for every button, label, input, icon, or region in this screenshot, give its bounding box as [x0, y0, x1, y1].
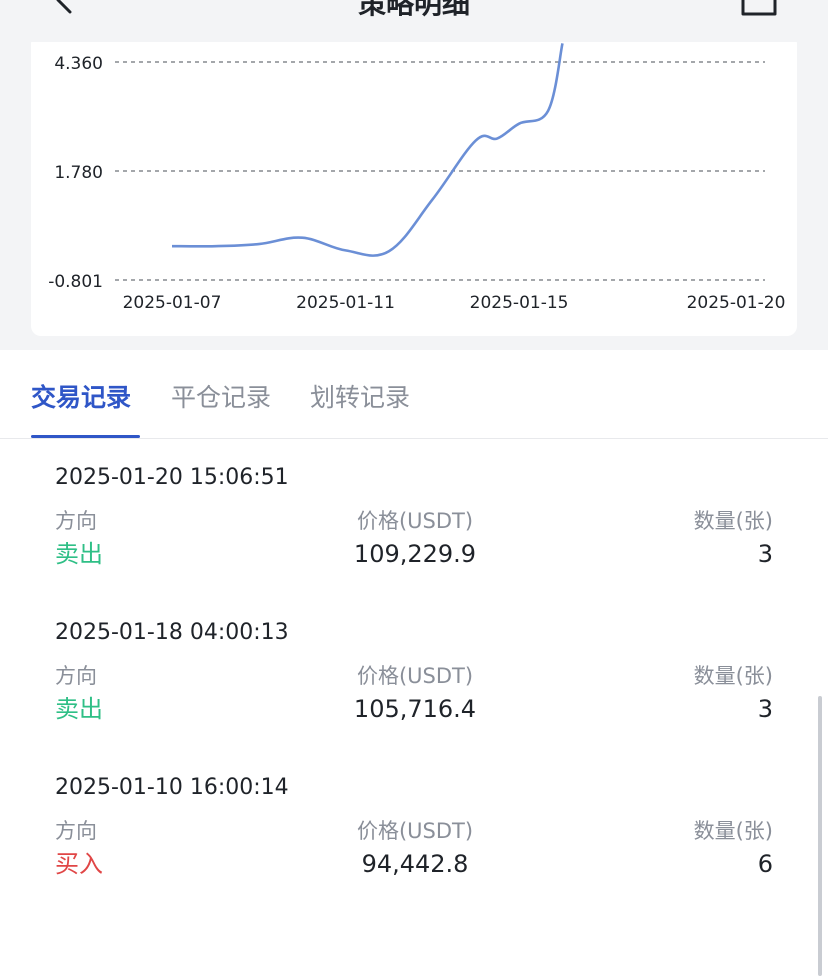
series-line [171, 43, 564, 257]
tab-trade-records[interactable]: 交易记录 [31, 380, 131, 416]
trade-item: 2025-01-10 16:00:14 方向 价格(USDT) 数量(张) 买入… [0, 773, 828, 923]
price-label: 价格(USDT) [356, 664, 474, 688]
price-value: 105,716.4 [353, 695, 477, 723]
x-tick-label: 2025-01-07 [123, 293, 222, 313]
price-label: 价格(USDT) [356, 819, 474, 843]
x-tick-label: 2025-01-15 [470, 293, 569, 313]
chart-card: 4.360 1.780 -0.801 2025-01-07 2025-01-11 2025… [31, 34, 797, 336]
scrollbar[interactable] [818, 696, 822, 976]
trade-item: 2025-01-18 04:00:13 方向 价格(USDT) 数量(张) 卖出… [0, 618, 828, 768]
qty-label: 数量(张) [693, 509, 773, 533]
qty-value: 6 [757, 850, 773, 878]
trade-time: 2025-01-10 16:00:14 [55, 775, 289, 800]
direction-label: 方向 [55, 664, 97, 688]
record-tabs: 交易记录 平仓记录 划转记录 [0, 350, 828, 439]
app-root: 策略明细 4.360 1.780 -0.801 2025-01-07 2025-01-1… [0, 0, 828, 976]
direction-value: 卖出 [55, 695, 103, 723]
trade-item: 2025-01-20 15:06:51 方向 价格(USDT) 数量(张) 卖出… [0, 463, 828, 613]
price-label: 价格(USDT) [356, 509, 474, 533]
y-tick-label: -0.801 [48, 272, 103, 292]
qty-label: 数量(张) [693, 819, 773, 843]
trade-time: 2025-01-18 04:00:13 [55, 620, 289, 645]
direction-value: 买入 [55, 850, 103, 878]
top-bar: 策略明细 [0, 0, 828, 42]
tab-transfer-records[interactable]: 划转记录 [310, 380, 410, 416]
tab-close-records[interactable]: 平仓记录 [171, 380, 271, 416]
price-value: 109,229.9 [353, 540, 477, 568]
qty-value: 3 [757, 540, 773, 568]
share-icon [741, 0, 777, 16]
share-button[interactable] [738, 0, 780, 24]
direction-label: 方向 [55, 509, 97, 533]
qty-value: 3 [757, 695, 773, 723]
y-tick-label: 4.360 [54, 54, 103, 74]
y-tick-label: 1.780 [54, 163, 103, 183]
x-tick-label: 2025-01-20 [687, 293, 786, 313]
page-title: 策略明细 [357, 0, 470, 20]
x-tick-label: 2025-01-11 [296, 293, 395, 313]
records-panel: 交易记录 平仓记录 划转记录 2025-01-20 15:06:51 方向 价格… [0, 350, 828, 976]
pnl-line-chart: 4.360 1.780 -0.801 2025-01-07 2025-01-11 2025… [48, 43, 786, 313]
direction-value: 卖出 [55, 540, 103, 568]
direction-label: 方向 [55, 819, 97, 843]
trade-time: 2025-01-20 15:06:51 [55, 465, 289, 490]
active-tab-indicator [31, 435, 140, 438]
price-value: 94,442.8 [361, 850, 469, 878]
qty-label: 数量(张) [693, 664, 773, 688]
